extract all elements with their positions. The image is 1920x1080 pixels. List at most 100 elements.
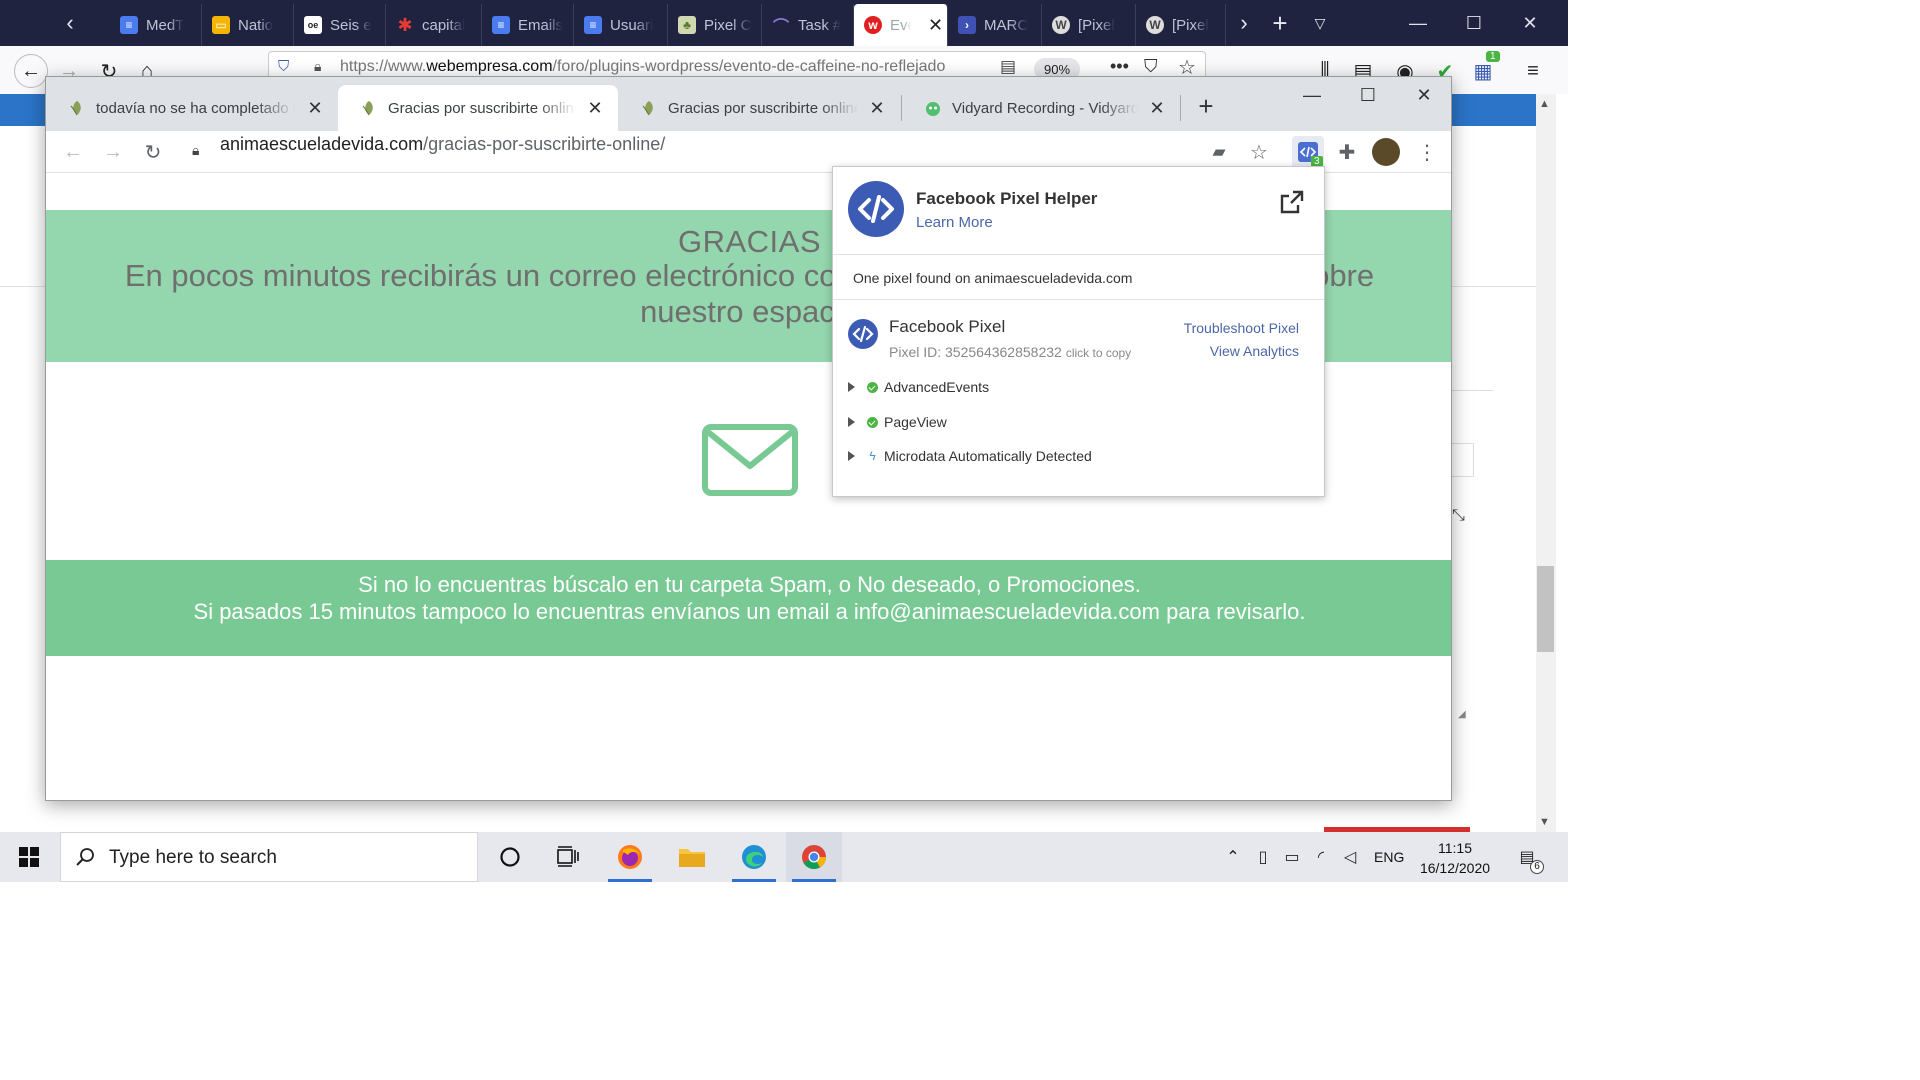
circle-icon <box>500 847 520 867</box>
firefox-tab[interactable]: ≡ MedT <box>110 4 202 46</box>
open-external-icon[interactable] <box>1279 189 1305 215</box>
menu-icon[interactable]: ≡ <box>1518 56 1548 86</box>
firefox-tab[interactable]: ▭ Natio <box>202 4 294 46</box>
input-language[interactable]: ENG <box>1374 849 1404 865</box>
new-tab-icon[interactable]: + <box>1262 0 1298 46</box>
clock[interactable]: 11:15 16/12/2020 <box>1410 838 1500 878</box>
expand-triangle-icon[interactable] <box>848 417 855 427</box>
firefox-logo-icon <box>618 845 642 869</box>
scroll-down-icon[interactable]: ▼ <box>1539 816 1550 828</box>
divider <box>833 299 1324 300</box>
shield-icon[interactable]: ⛉ <box>278 58 289 75</box>
pixel-name: Facebook Pixel <box>889 317 1006 336</box>
camera-icon[interactable]: ▰ <box>1204 137 1234 167</box>
leaf-icon <box>70 101 81 116</box>
close-window-icon[interactable]: ✕ <box>1396 77 1451 113</box>
firefox-tab[interactable]: oe Seis e <box>294 4 386 46</box>
event-label: AdvancedEvents <box>884 379 990 395</box>
close-tab-icon[interactable]: ✕ <box>928 15 943 36</box>
firefox-tab-strip: ‹ ≡ MedT ▭ Natio oe Seis e ✱ capital ≡ E… <box>0 0 1568 46</box>
event-row-advancedevents[interactable]: AdvancedEvents <box>848 377 989 397</box>
chrome-app-icon[interactable] <box>786 832 842 882</box>
device-icon[interactable]: ▯ <box>1252 846 1274 868</box>
firefox-tab[interactable]: › MARC <box>948 4 1042 46</box>
minimize-icon[interactable]: — <box>1284 77 1340 113</box>
avatar[interactable] <box>1372 138 1400 166</box>
chrome-tab[interactable]: Gracias por suscribirte online - ✕ <box>618 85 900 131</box>
bookmark-star-icon[interactable]: ☆ <box>1244 137 1274 167</box>
code-icon <box>852 325 874 343</box>
firefox-tab[interactable]: ⌒ Task # <box>762 4 854 46</box>
fullscreen-icon[interactable]: ⤡ <box>1452 507 1465 525</box>
url-path: /foro/plugins-wordpress/evento-de-caffei… <box>552 58 946 75</box>
expand-triangle-icon[interactable] <box>848 382 855 392</box>
start-button[interactable] <box>0 832 58 882</box>
chrome-menu-icon[interactable]: ⋮ <box>1412 137 1442 167</box>
back-icon[interactable]: ← <box>58 137 88 167</box>
pixel-id[interactable]: Pixel ID: 352564362858232 click to copy <box>889 344 1131 360</box>
expand-triangle-icon[interactable] <box>848 451 855 461</box>
popup-header: Facebook Pixel Helper Learn More <box>833 167 1324 255</box>
cortana-icon[interactable] <box>482 832 538 882</box>
scroll-up-icon[interactable]: ▲ <box>1539 98 1550 110</box>
view-analytics-link[interactable]: View Analytics <box>1210 343 1299 359</box>
battery-icon[interactable]: ▭ <box>1281 846 1303 868</box>
firefox-tab[interactable]: ♣ Pixel C <box>668 4 762 46</box>
chrome-url-text[interactable]: animaescueladevida.com/gracias-por-suscr… <box>220 134 665 155</box>
close-tab-icon[interactable]: ✕ <box>306 98 324 119</box>
event-row-pageview[interactable]: PageView <box>848 412 947 432</box>
learn-more-link[interactable]: Learn More <box>916 214 993 231</box>
event-row-microdata[interactable]: ϟ Microdata Automatically Detected <box>848 446 1092 466</box>
maximize-icon[interactable]: ☐ <box>1340 77 1396 113</box>
tabs-scroll-right-icon[interactable]: › <box>1226 0 1262 46</box>
pixel-found-text: One pixel found on animaescueladevida.co… <box>853 270 1133 286</box>
maximize-icon[interactable]: ☐ <box>1446 0 1502 46</box>
chrome-tab-active[interactable]: Gracias por suscribirte online - ✕ <box>338 85 618 131</box>
tabs-scroll-left-icon[interactable]: ‹ <box>52 0 88 46</box>
wifi-icon[interactable]: ◜ <box>1310 846 1332 868</box>
page-actions-icon[interactable]: ••• <box>1110 56 1129 77</box>
check-circle-icon <box>867 416 878 428</box>
firefox-app-icon[interactable] <box>602 832 658 882</box>
lock-icon[interactable]: 🔒︎ <box>192 142 199 159</box>
new-tab-button[interactable]: + <box>1192 91 1220 122</box>
back-icon[interactable]: ← <box>14 54 48 88</box>
close-tab-icon[interactable]: ✕ <box>586 98 604 119</box>
firefox-tab[interactable]: ≡ Usuari <box>574 4 668 46</box>
scrollbar-thumb[interactable] <box>1537 566 1554 652</box>
firefox-tab[interactable]: ≡ Emails <box>482 4 574 46</box>
task-view-icon[interactable] <box>540 832 596 882</box>
close-window-icon[interactable]: ✕ <box>1502 0 1558 46</box>
spam-notice-banner: Si no lo encuentras búscalo en tu carpet… <box>46 560 1451 656</box>
minimize-icon[interactable]: — <box>1390 0 1446 46</box>
list-tabs-icon[interactable]: ▽ <box>1302 0 1338 46</box>
forward-icon[interactable]: → <box>98 137 128 167</box>
file-explorer-icon[interactable] <box>664 832 720 882</box>
extensions-puzzle-icon[interactable]: ✚ <box>1332 137 1362 167</box>
firefox-scrollbar[interactable]: ▲ ▼ <box>1536 94 1556 832</box>
taskbar-search-box[interactable]: Type here to search <box>60 832 478 882</box>
asterisk-icon: ✱ <box>397 14 413 35</box>
show-hidden-icons-icon[interactable]: ⌃ <box>1222 846 1244 868</box>
firefox-tab[interactable]: W [Pixel <box>1136 4 1226 46</box>
resize-handle-icon[interactable]: ◢ <box>1458 709 1466 720</box>
close-tab-icon[interactable]: ✕ <box>868 98 886 119</box>
wordpress-icon: W <box>1052 16 1070 34</box>
reload-icon[interactable]: ↻ <box>138 137 168 167</box>
close-tab-icon[interactable]: ✕ <box>1148 98 1166 119</box>
chrome-tab[interactable]: todavía no se ha completado o ✕ <box>46 85 338 131</box>
firefox-tab-active[interactable]: w Eve ✕ <box>854 4 948 46</box>
chrome-tab[interactable]: Vidyard Recording - Vidyard ✕ <box>902 85 1180 131</box>
desktop: ‹ ≡ MedT ▭ Natio oe Seis e ✱ capital ≡ E… <box>0 0 1568 882</box>
troubleshoot-pixel-link[interactable]: Troubleshoot Pixel <box>1184 320 1299 336</box>
clock-date: 16/12/2020 <box>1419 860 1491 876</box>
task-view-glyph <box>557 846 579 867</box>
volume-icon[interactable]: ◁ <box>1339 846 1361 868</box>
edge-app-icon[interactable] <box>726 832 782 882</box>
pocket-icon[interactable]: ⛉ <box>1144 56 1158 77</box>
firefox-tab[interactable]: ✱ capital <box>386 4 482 46</box>
reader-view-icon[interactable]: ▤ <box>1000 57 1016 77</box>
click-to-copy-label[interactable]: click to copy <box>1066 346 1131 360</box>
firefox-url-text[interactable]: https://www.webempresa.com/foro/plugins-… <box>340 58 990 76</box>
firefox-tab[interactable]: W [Pixel <box>1042 4 1136 46</box>
